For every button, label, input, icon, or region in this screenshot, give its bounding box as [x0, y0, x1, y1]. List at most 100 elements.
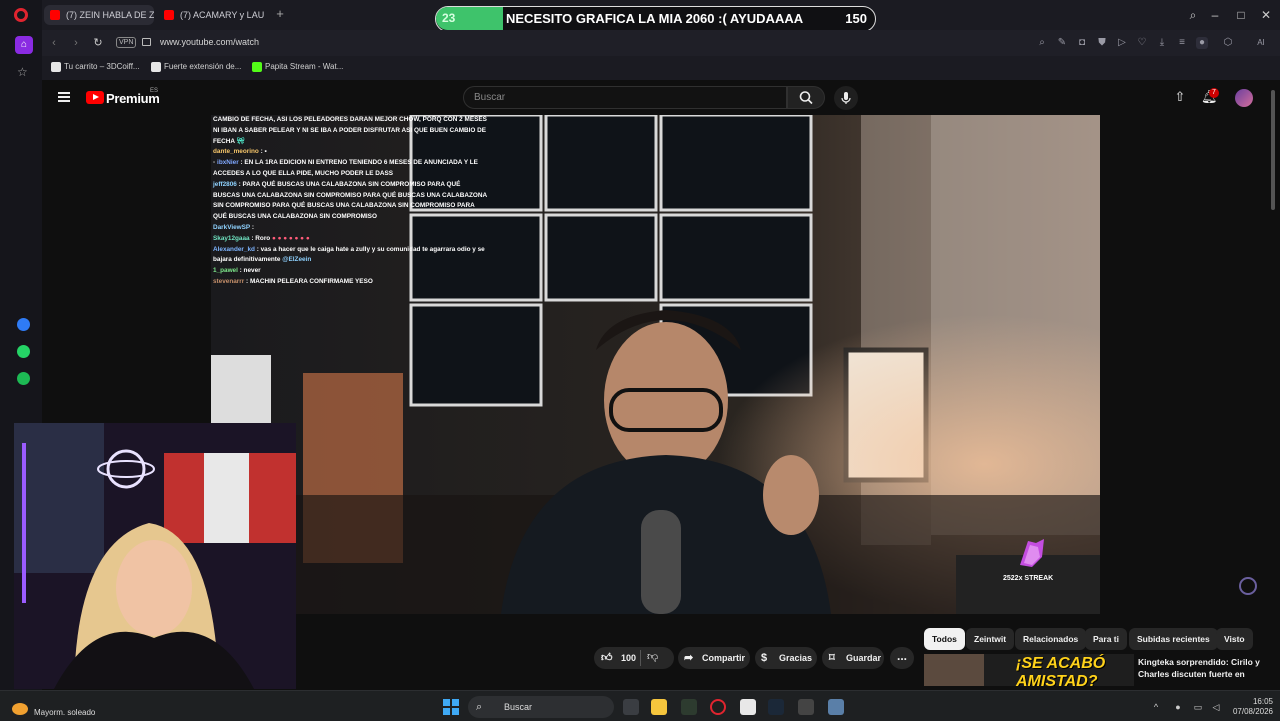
chip-zeintwit[interactable]: Zeintwit: [966, 628, 1015, 650]
bookmark-label: Tu carrito – 3DCoiff...: [64, 62, 140, 71]
browser-tab[interactable]: (7) ACAMARY y LAU RECI: [158, 5, 266, 25]
star-icon[interactable]: ☆: [17, 65, 28, 79]
task-view-icon[interactable]: [623, 699, 639, 715]
voice-search-button[interactable]: [834, 86, 858, 110]
recommended-video-title[interactable]: Kingteka sorprendido: Cirilo y Charles d…: [1138, 656, 1268, 680]
share-button[interactable]: ➦ Compartir: [678, 647, 750, 669]
taskbar-search[interactable]: ⌕ Buscar: [468, 696, 614, 718]
opera-taskbar-icon[interactable]: [710, 699, 726, 715]
weather-icon[interactable]: [12, 703, 28, 715]
close-icon[interactable]: ✕: [1259, 8, 1273, 22]
chat-message: dante_meorino : ▪: [213, 147, 488, 158]
tab-label: (7) ACAMARY y LAU RECI: [180, 10, 266, 20]
chip-subidas-recientes[interactable]: Subidas recientes: [1129, 628, 1218, 650]
youtube-favicon-icon: [50, 10, 60, 20]
app-icon[interactable]: [828, 699, 844, 715]
search-page-icon[interactable]: ⌕: [1036, 37, 1048, 49]
home-icon[interactable]: ⌂: [15, 36, 33, 54]
chat-message: Alexander_kd : vas a hacer que le caiga …: [213, 245, 488, 267]
bookmark-favicon-icon: [51, 62, 61, 72]
steam-icon[interactable]: [768, 699, 784, 715]
chip-visto[interactable]: Visto: [1216, 628, 1253, 650]
recommended-video-thumbnail[interactable]: ¡SE ACABÓ AMISTAD?: [924, 654, 1134, 686]
camera-icon[interactable]: ◘: [1076, 37, 1088, 49]
shield-icon[interactable]: ⛊: [1096, 37, 1108, 49]
thumbnail-text: ¡SE ACABÓ AMISTAD?: [1016, 655, 1106, 686]
thanks-button[interactable]: $ Gracias: [755, 647, 817, 669]
vpn-badge[interactable]: VPN: [116, 37, 137, 48]
more-actions-button[interactable]: ...: [890, 647, 914, 669]
chat-message: jeff2806 : PARA QUÉ BUSCAS UNA CALABAZON…: [213, 180, 488, 223]
weather-label[interactable]: Mayorm. soleado: [34, 708, 95, 717]
start-icon[interactable]: [443, 699, 459, 715]
edit-icon[interactable]: ✎: [1056, 37, 1068, 49]
opera-logo-icon[interactable]: [14, 8, 28, 22]
bookmark-label: Papita Stream - Wat...: [265, 62, 344, 71]
save-button[interactable]: ⌑ Guardar: [822, 647, 884, 669]
clock-date: 07/08/2026: [1232, 707, 1273, 716]
tab-label: (7) ZEIN HABLA DE ZU: [66, 10, 154, 20]
new-tab-icon[interactable]: +: [274, 7, 286, 20]
taskbar: [0, 690, 1280, 721]
menu-icon[interactable]: [58, 92, 70, 102]
browser-tab-active[interactable]: (7) ZEIN HABLA DE ZU: [44, 5, 154, 25]
chat-message: stevenarrr : MACHIN PELEARA CONFIRMAME Y…: [213, 277, 488, 288]
whatsapp-icon[interactable]: [17, 345, 30, 358]
chip-para-ti[interactable]: Para ti: [1085, 628, 1127, 650]
clock[interactable]: 16:05 07/08/2026: [1227, 697, 1273, 717]
youtube-logo-icon[interactable]: [86, 91, 104, 104]
region-code: ES: [150, 88, 159, 94]
chat-user: DarkViewSP: [213, 223, 251, 231]
minimize-icon[interactable]: –: [1208, 8, 1222, 22]
notes-icon[interactable]: [740, 699, 756, 715]
like-count: 100: [621, 653, 637, 663]
search-input[interactable]: [463, 86, 787, 109]
chat-text: : Roro: [251, 234, 271, 242]
bookmark-label: Fuerte extensión de...: [164, 62, 242, 71]
chevron-up-icon[interactable]: ^: [1150, 701, 1162, 713]
bookmark-item[interactable]: Fuerte extensión de...: [151, 62, 242, 72]
search-tabs-icon[interactable]: ⌕: [1186, 8, 1200, 22]
forward-icon[interactable]: ›: [70, 37, 82, 49]
chat-text: : EN LA 1RA EDICION NI ENTRENO TENIENDO …: [213, 159, 478, 177]
dislike-icon[interactable]: 👎︎: [647, 650, 658, 663]
network-icon[interactable]: ▭: [1192, 701, 1204, 713]
webcam-frame: [14, 423, 296, 689]
search-button[interactable]: [787, 86, 825, 109]
back-icon[interactable]: ‹: [48, 37, 60, 49]
profile-icon[interactable]: ●: [1196, 37, 1208, 49]
heart-icon[interactable]: ♡: [1136, 37, 1148, 49]
url-field[interactable]: www.youtube.com/watch: [160, 37, 259, 47]
bookmark-item[interactable]: Tu carrito – 3DCoiff...: [51, 62, 140, 72]
channel-watermark-icon[interactable]: [1239, 577, 1257, 595]
avatar[interactable]: [1235, 89, 1253, 107]
play-icon[interactable]: ▷: [1116, 37, 1128, 49]
extensions-icon[interactable]: ⬡: [1222, 37, 1234, 49]
bookmark-item[interactable]: Papita Stream - Wat...: [252, 62, 344, 72]
file-explorer-icon[interactable]: [651, 699, 667, 715]
app-icon[interactable]: [681, 699, 697, 715]
ai-button[interactable]: AI: [1250, 37, 1272, 49]
scrollbar-thumb[interactable]: [1271, 90, 1275, 210]
lock-icon[interactable]: [142, 38, 151, 46]
settings-gear-icon[interactable]: [798, 699, 814, 715]
notification-count: 7: [1209, 88, 1219, 98]
upload-icon[interactable]: ⇧: [1172, 89, 1188, 105]
goal-target: 150: [845, 11, 867, 26]
download-icon[interactable]: ⤓: [1156, 37, 1168, 49]
menu-lines-icon[interactable]: ≡: [1176, 37, 1188, 49]
volume-icon[interactable]: ◁: [1210, 701, 1222, 713]
clock-time: 16:05: [1252, 697, 1273, 706]
like-button[interactable]: 👍︎ 100: [594, 647, 674, 669]
like-divider: [640, 650, 641, 666]
reload-icon[interactable]: ↻: [92, 37, 104, 49]
maximize-icon[interactable]: □: [1234, 8, 1248, 22]
chip-relacionados[interactable]: Relacionados: [1015, 628, 1087, 650]
save-label: Guardar: [846, 653, 882, 663]
bookmark-favicon-icon: [252, 62, 262, 72]
chat-message: DarkViewSP :: [213, 223, 488, 234]
spotify-icon[interactable]: [17, 372, 30, 385]
chip-todos[interactable]: Todos: [924, 628, 965, 650]
mic-tray-icon[interactable]: ●: [1172, 701, 1184, 713]
messenger-icon[interactable]: [17, 318, 30, 331]
